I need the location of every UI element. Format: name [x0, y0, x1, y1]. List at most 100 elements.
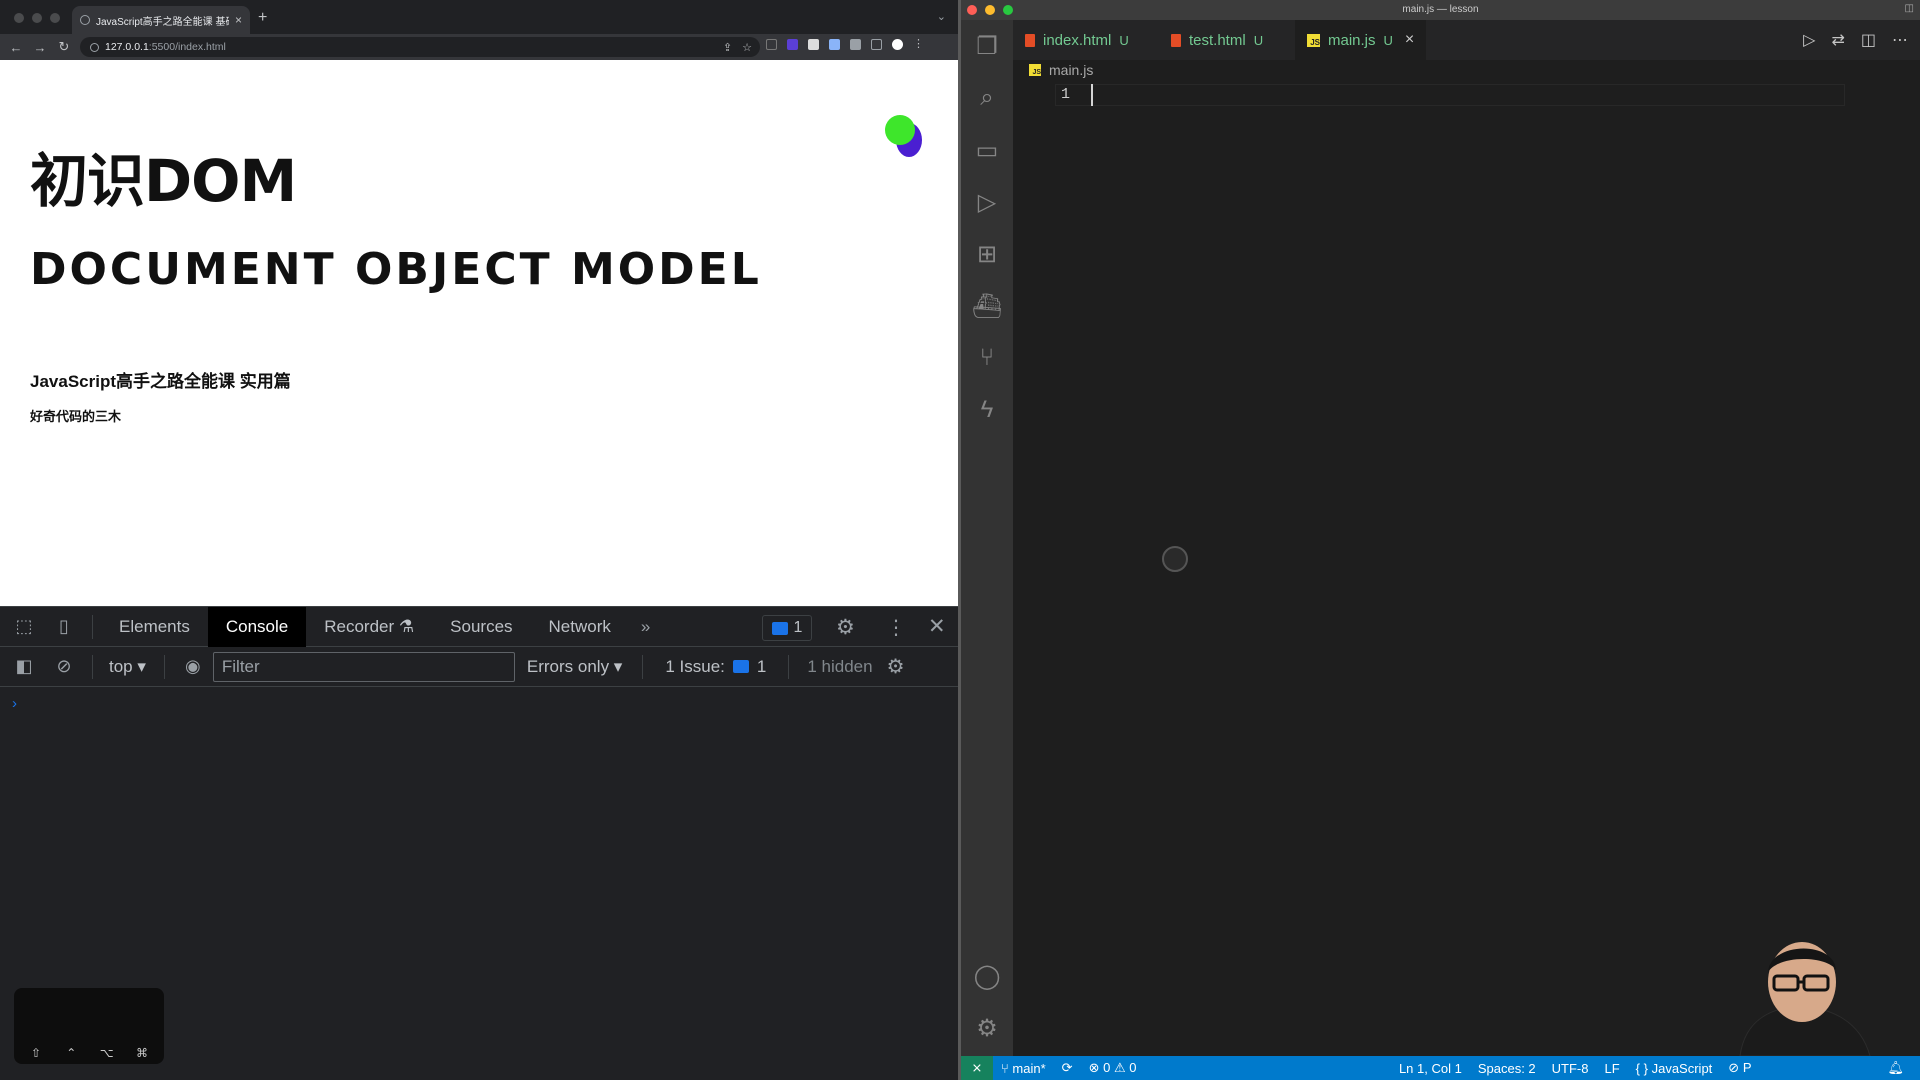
line-number: 1	[1061, 86, 1071, 103]
remote-indicator-icon[interactable]: ⨯	[961, 1056, 993, 1080]
manage-gear-icon[interactable]: ⚙	[971, 1012, 1003, 1044]
untracked-badge: U	[1253, 32, 1264, 48]
kebab-menu-icon[interactable]: ⋮	[913, 39, 924, 50]
encoding[interactable]: UTF-8	[1544, 1061, 1597, 1076]
git-branch[interactable]: ⑂ main*	[993, 1061, 1054, 1076]
zoom-window-button[interactable]	[50, 13, 60, 23]
gear-icon[interactable]: ⚙	[836, 615, 855, 640]
docker-whale-icon[interactable]: ⛴	[971, 290, 1003, 322]
tab-main-js[interactable]: JS main.js U ×	[1295, 20, 1427, 60]
hidden-count: 1 hidden	[807, 656, 873, 676]
messages-badge[interactable]: 1	[762, 615, 812, 641]
extension-screen-icon[interactable]	[829, 39, 840, 50]
browser-window: JavaScript高手之路全能课 基础 × + ⌄ ← → ↻ 127.0.0…	[0, 0, 958, 1080]
browser-tab-title: JavaScript高手之路全能课 基础	[96, 16, 229, 28]
more-actions-icon[interactable]: ⋯	[1892, 30, 1908, 50]
problems-indicator[interactable]: ⊗ 0 ⚠ 0	[1081, 1060, 1145, 1076]
control-key-icon: ⌃	[66, 1046, 77, 1060]
globe-icon	[80, 15, 90, 25]
html5-file-icon	[1171, 33, 1181, 47]
browser-tab[interactable]: JavaScript高手之路全能课 基础 ×	[72, 6, 250, 34]
run-debug-icon[interactable]: ▷	[971, 186, 1003, 218]
share-icon[interactable]: ⇪	[723, 41, 732, 54]
sync-icon[interactable]: ⟳	[1054, 1060, 1081, 1076]
tab-network[interactable]: Network	[531, 607, 629, 647]
html5-file-icon	[1025, 33, 1035, 47]
window-title: main.js — lesson	[1402, 4, 1479, 15]
back-button[interactable]: ←	[4, 40, 28, 55]
kebab-menu-icon[interactable]: ⋮	[886, 615, 906, 640]
messages-count: 1	[793, 619, 803, 636]
run-icon[interactable]: ▷	[1803, 30, 1815, 50]
split-editor-icon[interactable]: ◫	[1861, 30, 1876, 50]
vscode-titlebar: main.js — lesson ◫	[961, 0, 1920, 20]
tab-recorder[interactable]: Recorder ⚗	[306, 607, 432, 647]
search-icon[interactable]: ⌕	[971, 82, 1003, 114]
extension-notion-icon[interactable]	[808, 39, 819, 50]
close-tab-button[interactable]: ×	[1405, 31, 1414, 49]
extension-purple-icon[interactable]	[787, 39, 798, 50]
address-bar[interactable]: 127.0.0.1:5500/index.html ⇪ ☆	[80, 37, 760, 57]
filter-input[interactable]	[212, 651, 515, 682]
tab-elements[interactable]: Elements	[101, 607, 208, 647]
context-select[interactable]: top ▾	[101, 657, 156, 677]
site-info-icon[interactable]	[90, 42, 99, 52]
tab-search-chevron-icon[interactable]: ⌄	[937, 10, 946, 23]
account-icon[interactable]: ◯	[971, 960, 1003, 992]
lightning-icon[interactable]: ϟ	[971, 394, 1003, 426]
breadcrumb-file[interactable]: main.js	[1049, 62, 1093, 78]
tab-sources[interactable]: Sources	[432, 607, 530, 647]
notifications-bell-icon[interactable]: 🔔︎	[1879, 1060, 1912, 1076]
close-tab-button[interactable]: ×	[235, 13, 242, 27]
inspect-element-icon[interactable]: ⬚	[4, 616, 44, 637]
minimize-window-button[interactable]	[32, 13, 42, 23]
forward-button[interactable]: →	[28, 40, 52, 55]
console-settings-gear-icon[interactable]: ⚙	[883, 654, 905, 679]
close-window-button[interactable]	[14, 13, 24, 23]
device-toolbar-icon[interactable]: ▯	[44, 616, 84, 637]
javascript-file-icon: JS	[1307, 33, 1320, 47]
editor-tabbar: index.html U test.html U JS main.js U × …	[1013, 20, 1920, 60]
eye-icon[interactable]: ◉	[173, 656, 213, 677]
current-line-highlight	[1055, 84, 1845, 106]
sidebar-toggle-icon[interactable]: ◧	[4, 656, 44, 677]
branch-icon: ⑂	[1001, 1060, 1013, 1076]
presenter-webcam	[1700, 920, 1900, 1056]
text-cursor	[1091, 84, 1093, 106]
clear-console-icon[interactable]: ⊘	[44, 656, 84, 677]
untracked-badge: U	[1119, 32, 1129, 48]
compare-changes-icon[interactable]: ⇄	[1831, 30, 1844, 50]
message-icon	[771, 621, 788, 635]
new-tab-button[interactable]: +	[258, 9, 267, 27]
language-mode[interactable]: { } JavaScript	[1628, 1061, 1721, 1076]
code-editor[interactable]: 1	[1013, 82, 1920, 1056]
reload-button[interactable]: ↻	[52, 39, 76, 55]
bookmark-star-icon[interactable]: ☆	[742, 41, 752, 54]
issues-button[interactable]: 1 Issue: 1	[651, 657, 780, 677]
divider	[642, 654, 644, 679]
tab-test-html[interactable]: test.html U	[1159, 20, 1275, 60]
prettier-status[interactable]: ⊘ P	[1720, 1060, 1759, 1076]
indentation[interactable]: Spaces: 2	[1470, 1061, 1544, 1076]
cursor-position[interactable]: Ln 1, Col 1	[1391, 1061, 1470, 1076]
layout-icon[interactable]: ◫	[1905, 3, 1914, 14]
puzzle-icon[interactable]	[850, 39, 861, 50]
tab-console[interactable]: Console	[207, 606, 307, 647]
avatar[interactable]	[892, 39, 903, 50]
line-ending[interactable]: LF	[1597, 1061, 1628, 1076]
log-level-select[interactable]: Errors only ▾	[515, 657, 634, 677]
editor-actions: ▷ ⇄ ◫ ⋯	[1803, 30, 1908, 50]
logo-blob	[885, 115, 922, 157]
console-prompt[interactable]: ›	[12, 695, 17, 712]
divider	[92, 654, 93, 679]
close-icon[interactable]: ✕	[928, 614, 946, 639]
extensions-icon[interactable]: ⊞	[971, 238, 1003, 270]
sidepanel-icon[interactable]	[871, 39, 882, 50]
git-graph-icon[interactable]: ⑂	[971, 342, 1003, 374]
explorer-files-icon[interactable]: ❐	[971, 30, 1003, 62]
more-tabs-button[interactable]: »	[629, 617, 662, 637]
status-bar-right: Ln 1, Col 1 Spaces: 2 UTF-8 LF { } JavaS…	[1391, 1056, 1912, 1080]
remote-explorer-icon[interactable]: ▭	[971, 134, 1003, 166]
extension-fx-icon[interactable]	[766, 39, 777, 50]
tab-index-html[interactable]: index.html U	[1013, 20, 1141, 60]
